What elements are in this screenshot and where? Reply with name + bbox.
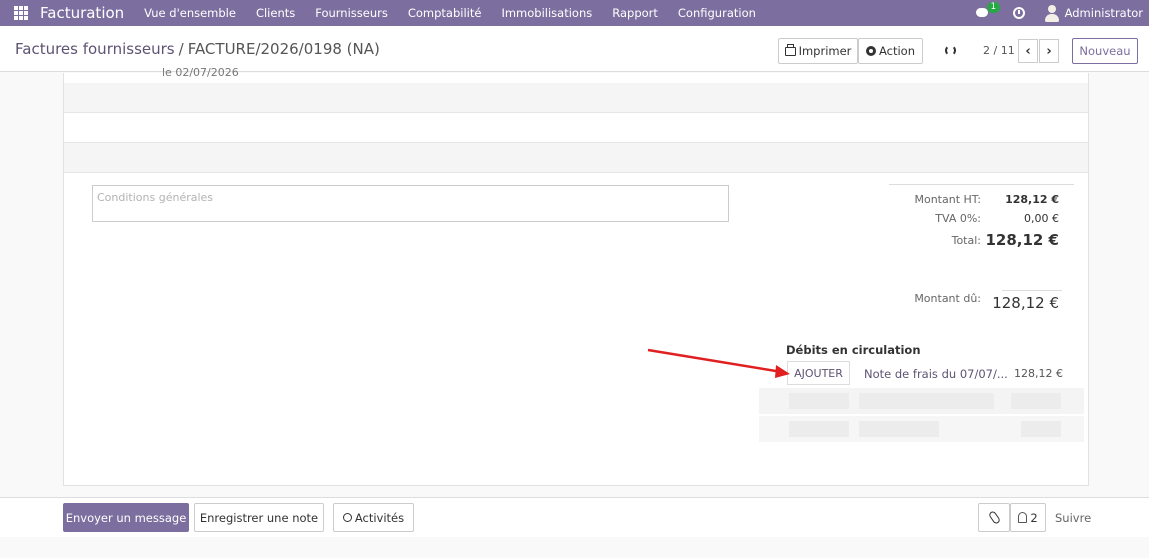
activity-clock-icon[interactable] — [1012, 7, 1025, 19]
print-label: Imprimer — [798, 44, 852, 58]
paperclip-icon — [987, 510, 1001, 525]
user-icon — [1018, 512, 1028, 523]
expense-note-amount: 128,12 € — [1014, 367, 1063, 380]
annotation-arrow — [647, 348, 790, 378]
menu-immobilisations[interactable]: Immobilisations — [491, 0, 602, 26]
expense-note-link[interactable]: Note de frais du 07/07/... — [864, 367, 1008, 381]
totals-divider — [889, 184, 1074, 185]
activities-button[interactable]: Activités — [333, 503, 414, 532]
amount-due-label: Montant dû: — [914, 292, 981, 305]
outstanding-debits-title: Débits en circulation — [786, 343, 921, 357]
menu-fournisseurs[interactable]: Fournisseurs — [305, 0, 398, 26]
add-outstanding-button[interactable]: AJOUTER — [787, 361, 850, 385]
app-name[interactable]: Facturation — [40, 4, 124, 22]
total-value: 128,12 € — [985, 231, 1059, 249]
menu-clients[interactable]: Clients — [246, 0, 305, 26]
breadcrumb-parent[interactable]: Factures fournisseurs — [15, 40, 175, 58]
chat-icon — [975, 8, 988, 17]
pager-value[interactable]: 2 / 11 — [983, 44, 1015, 57]
gear-icon — [865, 46, 876, 56]
breadcrumb-separator: / — [178, 40, 184, 58]
followers-count: 2 — [1030, 510, 1038, 525]
menu-vue-ensemble[interactable]: Vue d'ensemble — [134, 0, 246, 26]
send-message-button[interactable]: Envoyer un message — [63, 503, 189, 532]
total-label: Total: — [951, 234, 981, 247]
breadcrumb-current: FACTURE/2026/0198 (NA) — [187, 40, 380, 58]
pager-prev-button[interactable]: ‹ — [1018, 39, 1038, 63]
activities-label: Activités — [354, 510, 405, 525]
menu-rapport[interactable]: Rapport — [602, 0, 668, 26]
form-sheet: le 02/07/2026 Conditions générales Monta… — [63, 66, 1089, 486]
tax-value: 0,00 € — [1024, 212, 1059, 225]
printer-icon — [784, 43, 796, 56]
user-avatar-icon[interactable] — [1044, 4, 1059, 22]
pager-next-button[interactable]: › — [1039, 39, 1059, 63]
log-note-button[interactable]: Enregistrer une note — [194, 503, 324, 532]
print-button[interactable]: Imprimer — [778, 38, 858, 64]
cut-off-date-text: le 02/07/2026 — [162, 66, 239, 79]
action-label: Action — [878, 44, 916, 58]
new-button[interactable]: Nouveau — [1072, 38, 1138, 64]
chat-badge: 1 — [986, 2, 1001, 13]
apps-grid-icon[interactable] — [14, 6, 28, 20]
amount-due-value: 128,12 € — [992, 294, 1059, 312]
invoice-line-row — [64, 143, 1088, 173]
follow-button[interactable]: Suivre — [1055, 511, 1091, 525]
blurred-outstanding-rows — [759, 388, 1084, 446]
followers-button[interactable]: 2 — [1010, 503, 1046, 532]
user-name[interactable]: Administrator — [1065, 6, 1143, 20]
chat-button[interactable]: 1 — [973, 0, 1001, 26]
terms-conditions-field[interactable]: Conditions générales — [92, 185, 729, 222]
tax-label: TVA 0%: — [935, 212, 981, 225]
invoice-line-row — [64, 83, 1088, 113]
menu-configuration[interactable]: Configuration — [668, 0, 766, 26]
top-navbar: Facturation Vue d'ensemble Clients Fourn… — [0, 0, 1149, 26]
breadcrumb: Factures fournisseurs / FACTURE/2026/0198 … — [15, 40, 380, 58]
amount-untaxed-value: 128,12 € — [1005, 193, 1059, 206]
chatter-bar: Envoyer un message Enregistrer une note … — [0, 497, 1149, 537]
clock-icon — [342, 513, 352, 522]
amount-untaxed-label: Montant HT: — [914, 193, 981, 206]
refresh-icon[interactable] — [945, 45, 956, 56]
menu-comptabilite[interactable]: Comptabilité — [398, 0, 492, 26]
attachment-button[interactable] — [978, 503, 1010, 532]
invoice-line-row — [64, 113, 1088, 143]
amount-due-divider — [1002, 290, 1062, 291]
navbar-systray: 1 Administrator — [973, 0, 1149, 26]
action-button[interactable]: Action — [858, 38, 923, 64]
